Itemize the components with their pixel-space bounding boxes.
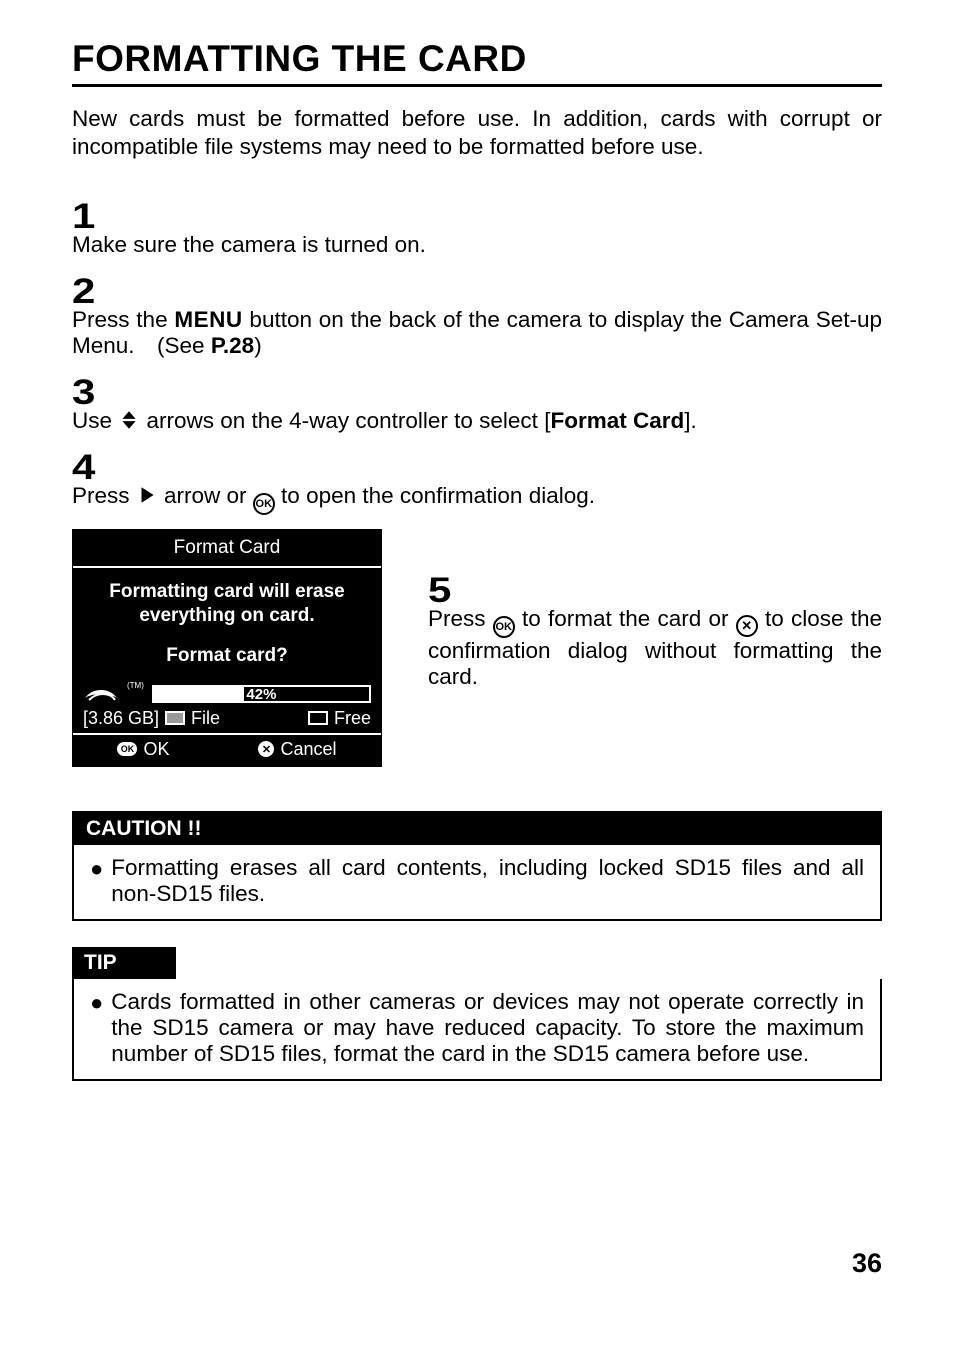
step-3: 3 Use arrows on the 4-way controller to … bbox=[72, 371, 882, 434]
progress-row: (TM) 42% bbox=[73, 684, 381, 704]
page-ref: P.28 bbox=[211, 333, 254, 358]
page-number: 36 bbox=[852, 1248, 882, 1279]
tm-label: (TM) bbox=[127, 681, 144, 690]
ok-button-icon: OK bbox=[117, 742, 137, 756]
progress-percent: 42% bbox=[246, 686, 276, 703]
cancel-button-icon: ✕ bbox=[736, 615, 758, 637]
caution-box: CAUTION !! ● Formatting erases all card … bbox=[72, 811, 882, 921]
step-text: Press the MENU button on the back of the… bbox=[72, 307, 882, 359]
menu-option: Format Card bbox=[550, 408, 684, 433]
dialog-and-step5: Format Card Formatting card will erase e… bbox=[72, 529, 882, 766]
file-label: File bbox=[191, 708, 220, 729]
step-number: 2 bbox=[72, 274, 95, 309]
bullet-icon: ● bbox=[90, 989, 103, 1067]
page-title: FORMATTING THE CARD bbox=[72, 38, 882, 87]
progress-bar: 42% bbox=[152, 685, 371, 703]
cancel-button-icon: ✕ bbox=[258, 741, 274, 757]
tip-header: TIP bbox=[72, 947, 176, 979]
dialog-footer: OK OK ✕ Cancel bbox=[73, 733, 381, 766]
intro-text: New cards must be formatted before use. … bbox=[72, 105, 882, 161]
free-swatch bbox=[308, 711, 328, 725]
step-number: 5 bbox=[428, 573, 451, 608]
bullet-icon: ● bbox=[90, 855, 103, 907]
step-text: Press OK to format the card or ✕ to clos… bbox=[428, 606, 882, 690]
menu-button-glyph: MENU bbox=[174, 307, 242, 332]
sd-card-icon bbox=[83, 684, 119, 704]
ok-button-icon: OK bbox=[493, 616, 515, 638]
ok-action[interactable]: OK OK bbox=[117, 739, 169, 760]
right-arrow-icon bbox=[136, 484, 158, 506]
dialog-line: Formatting card will erase bbox=[83, 580, 371, 604]
tip-box: ● Cards formatted in other cameras or de… bbox=[72, 979, 882, 1081]
step-2: 2 Press the MENU button on the back of t… bbox=[72, 270, 882, 359]
dialog-question: Format card? bbox=[83, 644, 371, 668]
step-text: Make sure the camera is turned on. bbox=[72, 232, 882, 258]
step-number: 4 bbox=[72, 450, 95, 485]
caution-header: CAUTION !! bbox=[74, 813, 880, 845]
ok-button-icon: OK bbox=[253, 493, 275, 515]
capacity-label: [3.86 GB] bbox=[83, 708, 159, 729]
caution-text: Formatting erases all card contents, inc… bbox=[111, 855, 864, 907]
dialog-body: Formatting card will erase everything on… bbox=[73, 568, 381, 677]
dialog-title: Format Card bbox=[73, 530, 381, 568]
step-text: Press arrow or OK to open the confirmati… bbox=[72, 483, 882, 515]
up-down-arrows-icon bbox=[118, 409, 140, 431]
format-card-dialog: Format Card Formatting card will erase e… bbox=[72, 529, 382, 766]
free-label: Free bbox=[334, 708, 371, 729]
dialog-line: everything on card. bbox=[83, 604, 371, 628]
step-5: 5 Press OK to format the card or ✕ to cl… bbox=[428, 529, 882, 702]
tip-text: Cards formatted in other cameras or devi… bbox=[111, 989, 864, 1067]
step-number: 3 bbox=[72, 375, 95, 410]
capacity-row: [3.86 GB] File Free bbox=[73, 704, 381, 733]
step-1: 1 Make sure the camera is turned on. bbox=[72, 195, 882, 258]
cancel-action[interactable]: ✕ Cancel bbox=[258, 739, 336, 760]
page-root: FORMATTING THE CARD New cards must be fo… bbox=[0, 0, 954, 1357]
file-swatch bbox=[165, 711, 185, 725]
step-number: 1 bbox=[72, 199, 95, 234]
step-4: 4 Press arrow or OK to open the confirma… bbox=[72, 446, 882, 515]
step-text: Use arrows on the 4-way controller to se… bbox=[72, 408, 882, 434]
